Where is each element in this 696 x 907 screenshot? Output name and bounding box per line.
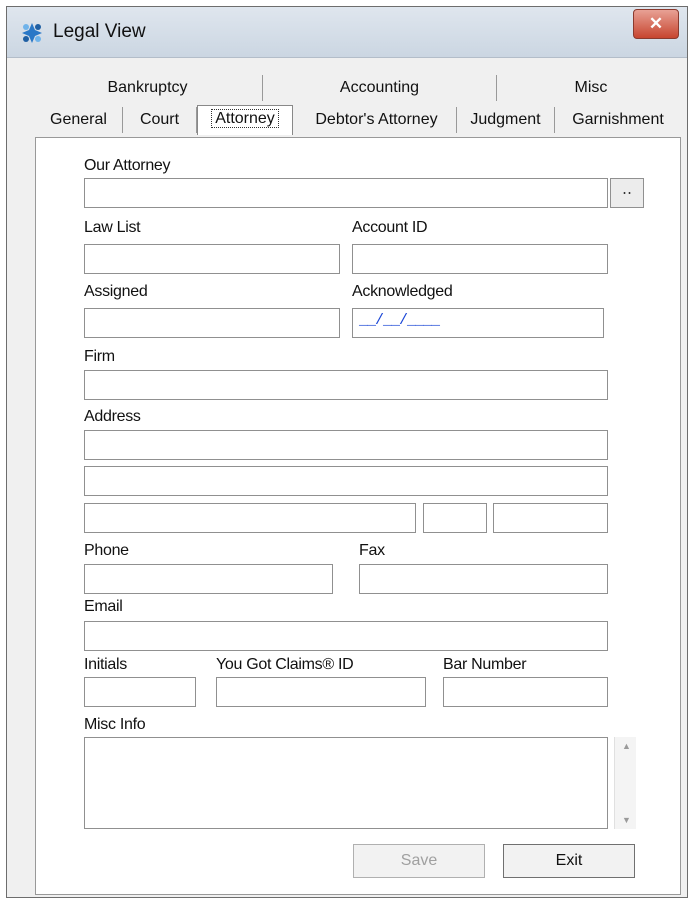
city-field[interactable] (84, 503, 416, 533)
misc-info-label: Misc Info (84, 716, 146, 733)
firm-label: Firm (84, 348, 115, 365)
initials-field[interactable] (84, 677, 196, 707)
tab-accounting[interactable]: Accounting (263, 75, 497, 101)
tab-court[interactable]: Court (123, 107, 197, 133)
tab-judgment[interactable]: Judgment (457, 107, 555, 133)
account-id-label: Account ID (352, 219, 428, 236)
tab-row-top: Bankruptcy Accounting Misc (33, 75, 685, 103)
ygc-id-field[interactable] (216, 677, 426, 707)
tab-misc[interactable]: Misc (497, 75, 685, 101)
misc-info-scrollbar[interactable]: ▲ ▼ (614, 737, 636, 829)
email-label: Email (84, 598, 123, 615)
tab-general[interactable]: General (35, 107, 123, 133)
assigned-label: Assigned (84, 283, 148, 300)
close-button[interactable]: ✕ (633, 9, 679, 39)
bar-number-field[interactable] (443, 677, 608, 707)
tab-bankruptcy[interactable]: Bankruptcy (33, 75, 263, 101)
initials-label: Initials (84, 656, 127, 673)
scroll-down-icon[interactable]: ▼ (622, 815, 631, 825)
phone-field[interactable] (84, 564, 333, 594)
email-field[interactable] (84, 621, 608, 651)
fax-label: Fax (359, 542, 385, 559)
title-bar: Legal View ✕ (7, 7, 687, 58)
fax-field[interactable] (359, 564, 608, 594)
misc-info-textarea[interactable] (84, 737, 608, 829)
address-label: Address (84, 408, 141, 425)
state-field[interactable] (423, 503, 487, 533)
tab-attorney[interactable]: Attorney (197, 105, 293, 135)
law-list-label: Law List (84, 219, 141, 236)
our-attorney-field[interactable] (84, 178, 608, 208)
window-title: Legal View (53, 21, 146, 42)
account-id-field[interactable] (352, 244, 608, 274)
tab-row-bottom: General Court Attorney Debtor's Attorney… (33, 105, 685, 137)
acknowledged-label: Acknowledged (352, 283, 453, 300)
assigned-field[interactable] (84, 308, 340, 338)
app-icon (22, 23, 42, 43)
ygc-id-label: You Got Claims® ID (216, 656, 354, 673)
address-line1-field[interactable] (84, 430, 608, 460)
zip-field[interactable] (493, 503, 608, 533)
scroll-up-icon[interactable]: ▲ (622, 741, 631, 751)
bar-number-label: Bar Number (443, 656, 527, 673)
firm-field[interactable] (84, 370, 608, 400)
phone-label: Phone (84, 542, 129, 559)
address-line2-field[interactable] (84, 466, 608, 496)
save-button[interactable]: Save (353, 844, 485, 878)
close-icon: ✕ (648, 14, 664, 33)
tab-garnishment[interactable]: Garnishment (555, 107, 681, 133)
acknowledged-date-field[interactable]: __/__/____ (352, 308, 604, 338)
tab-debtors-attorney[interactable]: Debtor's Attorney (297, 107, 457, 133)
attorney-browse-button[interactable]: ․․ (610, 178, 644, 208)
our-attorney-label: Our Attorney (84, 157, 171, 174)
law-list-field[interactable] (84, 244, 340, 274)
exit-button[interactable]: Exit (503, 844, 635, 878)
